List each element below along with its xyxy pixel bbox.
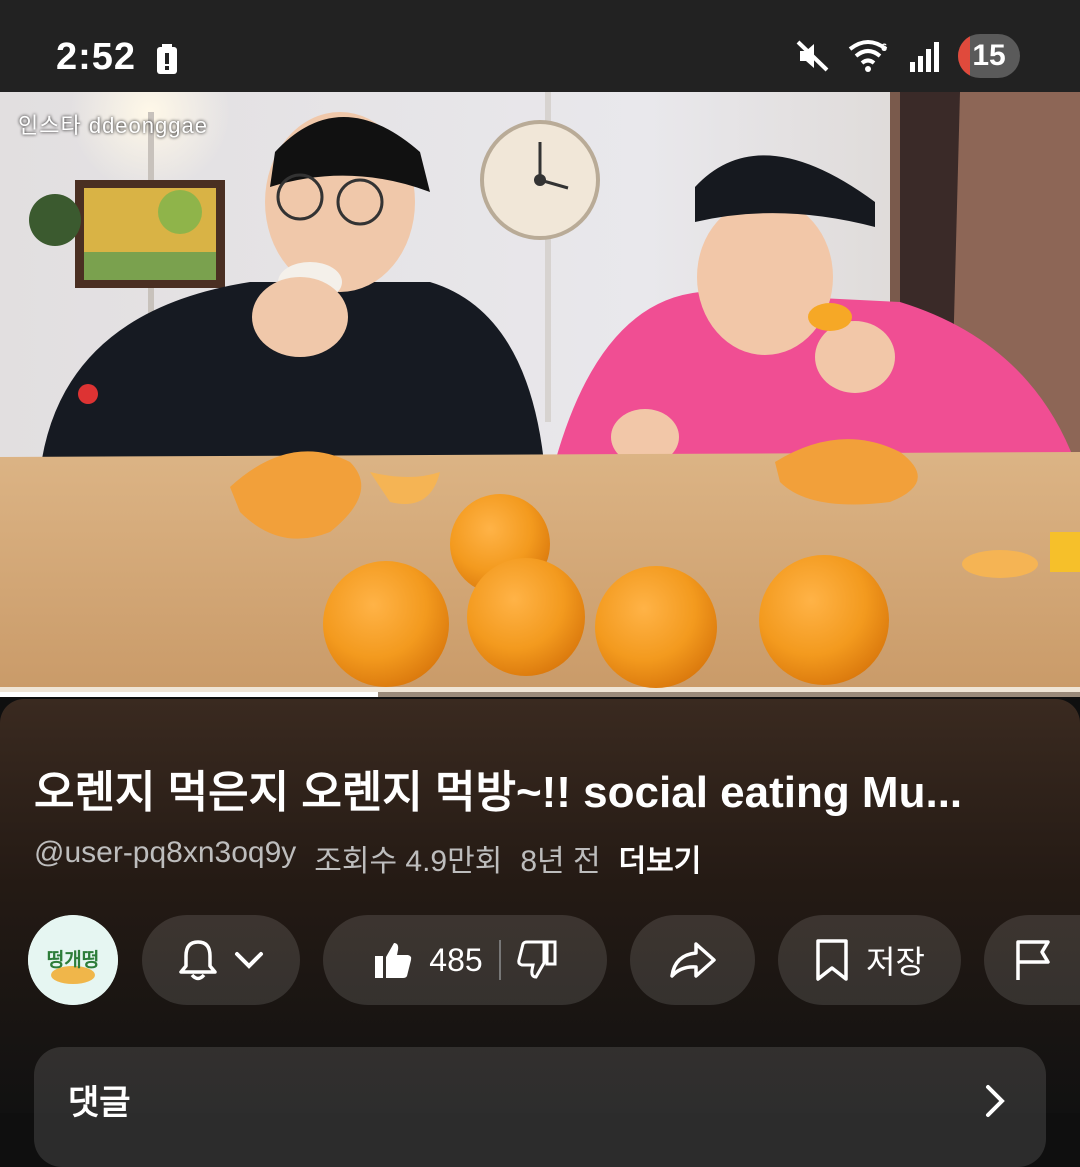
flag-icon — [1016, 940, 1050, 980]
mute-icon — [796, 40, 829, 72]
subscribe-notification-button[interactable] — [142, 915, 300, 1005]
notification-badge: 15 — [958, 34, 1020, 78]
video-progress-fill — [0, 692, 378, 697]
comments-panel[interactable]: 댓글 — [34, 1047, 1046, 1167]
like-dislike-group: 485 — [323, 915, 607, 1005]
like-count[interactable]: 485 — [429, 942, 482, 979]
video-progress-bar[interactable] — [0, 692, 1080, 697]
video-title[interactable]: 오렌지 먹은지 오렌지 먹방~!! social eating Mu... — [34, 756, 1054, 820]
battery-saver-icon — [157, 44, 177, 74]
more-button[interactable]: 더보기 — [619, 836, 702, 880]
status-time: 2:52 — [56, 36, 137, 78]
channel-watermark: 인스타 ddeonggae — [18, 113, 208, 138]
save-label: 저장 — [866, 944, 925, 980]
video-frame — [0, 92, 1080, 696]
video-meta[interactable]: @user-pq8xn3oq9y 조회수 4.9만회 8년 전 더보기 — [34, 836, 701, 880]
save-button[interactable]: 저장 — [778, 915, 961, 1005]
share-icon — [669, 942, 716, 978]
video-player[interactable]: 인스타 ddeonggae — [0, 92, 1080, 696]
thumbs-up-icon[interactable] — [373, 940, 413, 980]
bookmark-icon — [816, 939, 848, 981]
bell-icon — [179, 940, 217, 981]
channel-avatar-text: 떵개떵 — [46, 950, 100, 971]
channel-handle[interactable]: @user-pq8xn3oq9y — [34, 836, 296, 880]
status-bar: 2:52 6 15 — [0, 0, 1080, 92]
upload-age: 8년 전 — [520, 845, 601, 878]
chevron-down-icon — [235, 952, 263, 969]
chevron-right-icon — [986, 1085, 1005, 1117]
signal-icon — [910, 42, 939, 72]
svg-text:6: 6 — [881, 42, 887, 54]
notification-count: 15 — [972, 39, 1006, 72]
comments-label: 댓글 — [68, 1084, 131, 1122]
share-button[interactable] — [630, 915, 755, 1005]
thumbs-down-icon[interactable] — [517, 940, 557, 980]
channel-avatar[interactable]: 떵개떵 — [28, 915, 118, 1005]
wifi-icon: 6 — [848, 40, 888, 72]
like-divider — [498, 940, 501, 980]
report-button[interactable] — [984, 915, 1080, 1005]
action-row: 떵개떵 485 저장 — [0, 915, 1080, 1007]
view-count: 조회수 4.9만회 — [314, 845, 503, 878]
